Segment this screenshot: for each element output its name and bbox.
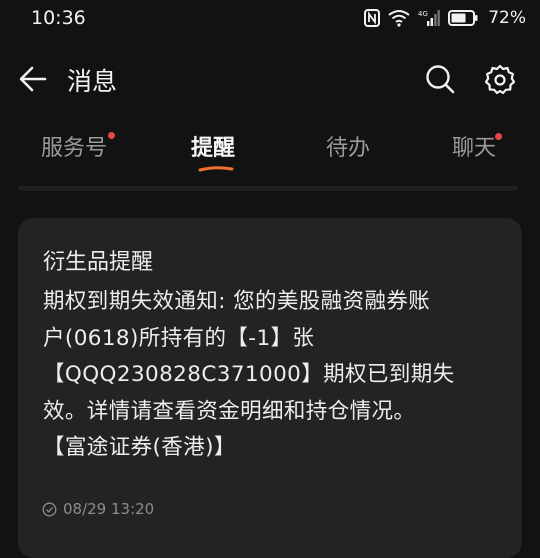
- card-body-line: 效。详情请查看资金明细和持仓情况。: [43, 398, 416, 424]
- tab-todo[interactable]: 待办: [326, 130, 370, 162]
- cellular-signal-icon: 4G: [418, 9, 441, 27]
- card-body-line: 户(0618)所持有的【-1】张: [43, 325, 315, 351]
- check-circle-icon: [42, 502, 57, 516]
- status-icons: 4G 72%: [364, 8, 526, 28]
- message-card[interactable]: 衍生品提醒 期权到期失效通知: 您的美股融资融券账 户(0618)所持有的【-1…: [18, 218, 522, 558]
- card-body: 期权到期失效通知: 您的美股融资融券账 户(0618)所持有的【-1】张 【QQ…: [43, 284, 508, 467]
- card-title: 衍生品提醒: [43, 250, 154, 275]
- search-icon: [426, 65, 455, 94]
- tab-label: 服务号: [41, 136, 108, 161]
- unread-dot: [108, 132, 115, 139]
- nfc-icon: [364, 9, 381, 27]
- tab-label: 聊天: [452, 136, 497, 161]
- gear-icon: [484, 64, 516, 95]
- tab-reminders[interactable]: 提醒: [191, 130, 236, 172]
- battery-percent: 72%: [488, 8, 526, 28]
- tab-chat[interactable]: 聊天: [452, 130, 502, 162]
- search-button[interactable]: [424, 63, 456, 95]
- settings-button[interactable]: [484, 63, 516, 95]
- card-timestamp-row: 08/29 13:20: [42, 500, 154, 518]
- card-timestamp: 08/29 13:20: [63, 500, 155, 518]
- card-body-line: 【富途证券(香港)】: [43, 435, 236, 460]
- wifi-icon: [388, 9, 410, 27]
- tab-bar: 服务号 提醒 待办 聊天: [0, 130, 540, 180]
- status-bar: 10:36 4G 72%: [0, 0, 540, 38]
- header: 消息: [0, 50, 540, 108]
- arrow-left-icon: [19, 66, 47, 92]
- unread-dot: [495, 133, 502, 140]
- back-button[interactable]: [17, 63, 49, 95]
- previous-card-edge: [18, 186, 518, 191]
- tab-label: 提醒: [191, 136, 236, 161]
- network-type-label: 4G: [418, 10, 428, 18]
- status-time: 10:36: [31, 7, 86, 29]
- active-tab-indicator: [198, 166, 234, 172]
- page-title: 消息: [67, 67, 118, 96]
- tab-service-accounts[interactable]: 服务号: [41, 130, 115, 162]
- battery-icon: [448, 10, 478, 26]
- tab-label: 待办: [326, 136, 371, 161]
- card-body-line: 【QQQ230828C371000】期权已到期失: [43, 362, 455, 387]
- card-body-line: 期权到期失效通知: 您的美股融资融券账: [43, 289, 431, 314]
